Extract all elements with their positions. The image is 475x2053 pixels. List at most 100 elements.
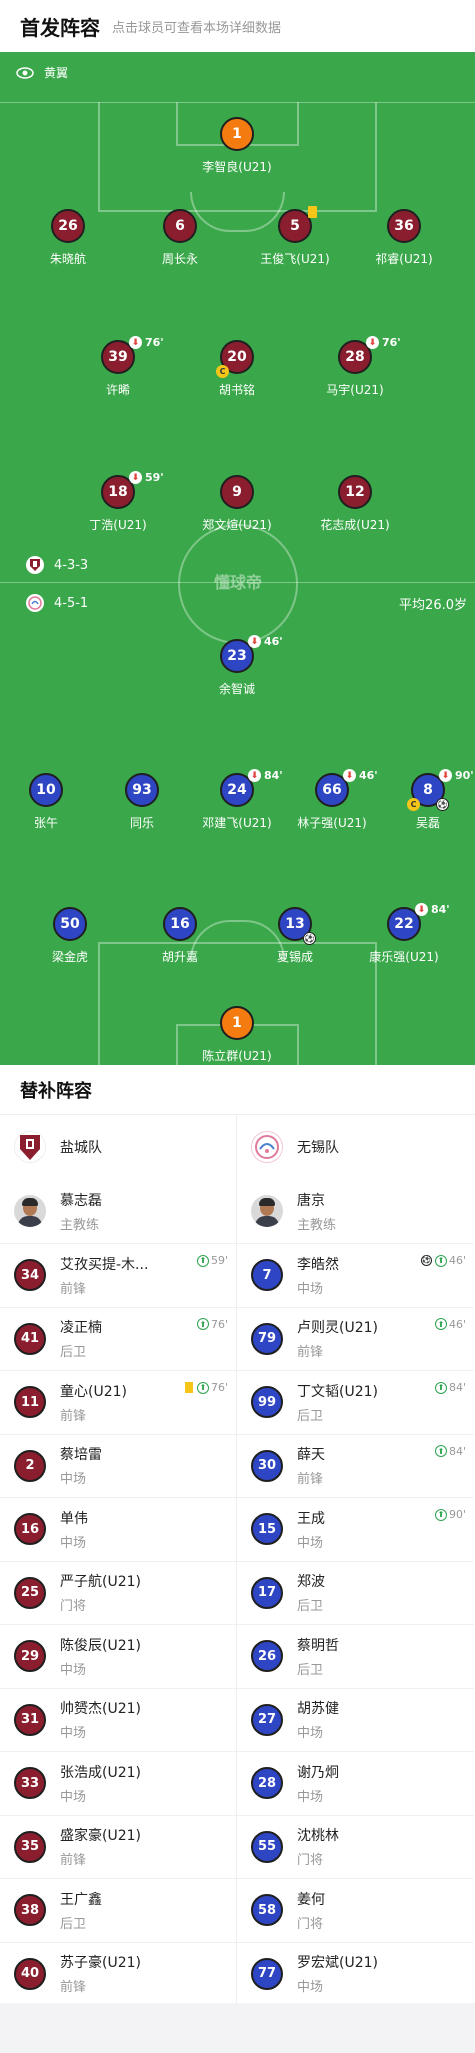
pitch-player[interactable]: 66 ⬇ 46' 林子强(U21) [277, 769, 387, 831]
pitch-player[interactable]: 39 ⬇ 76' 许晞 [63, 336, 173, 398]
sub-in-minute: 76' [210, 1381, 228, 1394]
pitch-player[interactable]: 9 郑文煊(U21) [182, 475, 292, 533]
pitch-player[interactable]: 1 陈立群(U21) [182, 1006, 292, 1064]
pitch-player[interactable]: 8 ⬇ 90' C ⚽ 吴磊 [373, 769, 475, 831]
sub-player-info: 蔡明哲 后卫 [297, 1635, 339, 1678]
player-name: 邓建飞(U21) [202, 816, 272, 830]
pitch-player[interactable]: 10 张午 [0, 773, 101, 831]
jersey-number: 30 [251, 1449, 283, 1482]
sub-player-row[interactable]: 15 王成 中场 ⬆ 90' [237, 1497, 474, 1561]
pitch-player[interactable]: 93 同乐 [87, 773, 197, 831]
pitch-player[interactable]: 50 梁金虎 [15, 907, 125, 965]
sub-player-row[interactable]: 17 郑波 后卫 [237, 1560, 474, 1625]
sub-in-minute: 46' [448, 1317, 466, 1331]
player-name: 夏锡成 [276, 950, 313, 964]
goal-ball-icon: ⚽ [420, 1255, 432, 1266]
player-name: 王俊飞(U21) [260, 252, 330, 266]
sub-player-row[interactable]: 26 蔡明哲 后卫 [237, 1624, 474, 1688]
pitch-player[interactable]: 5 王俊飞(U21) [240, 206, 350, 267]
sub-player-row[interactable]: 33 张浩成(U21) 中场 [0, 1751, 236, 1815]
sub-player-position: 后卫 [297, 1408, 324, 1424]
pitch-player[interactable]: 24 ⬇ 84' 邓建飞(U21) [182, 769, 292, 831]
sub-in-tag: ⬆ 76' [196, 1318, 228, 1331]
sub-player-position: 后卫 [297, 1662, 324, 1678]
sub-player-row[interactable]: 11 童心(U21) 前锋 ⬆ 76' [0, 1370, 236, 1434]
sub-player-row[interactable]: 16 单伟 中场 [0, 1497, 236, 1561]
jersey-number: 22 ⬇ 84' [387, 903, 450, 941]
sub-player-info: 蔡培雷 中场 [60, 1444, 102, 1487]
sub-arrow-icon: ⬇ [415, 903, 428, 916]
sub-player-row[interactable]: 7 李皓然 中场 ⚽ ⬆ 46' [237, 1243, 474, 1307]
sub-player-row[interactable]: 77 罗宏斌(U21) 中场 [237, 1941, 474, 2006]
jersey-number: 18 ⬇ 59' [101, 471, 164, 509]
away-team-row[interactable]: 无锡队 [237, 1115, 474, 1179]
sub-player-position: 后卫 [60, 1916, 87, 1932]
sub-player-info: 薛天 前锋 [297, 1444, 325, 1487]
sub-in-tag: ⚽ ⬆ 46' [420, 1254, 466, 1267]
pitch-player[interactable]: 36 祁睿(U21) [349, 209, 459, 267]
sub-player-position: 中场 [297, 1726, 324, 1742]
jersey-number: 50 [53, 907, 87, 941]
sub-player-row[interactable]: 38 王广鑫 后卫 [0, 1878, 236, 1942]
sub-player-info: 艾孜买提-木... 前锋 [60, 1254, 148, 1297]
pitch-player[interactable]: 22 ⬇ 84' 康乐强(U21) [349, 903, 459, 965]
sub-player-name: 李皓然 [297, 1256, 339, 1273]
sub-player-row[interactable]: 27 胡苏健 中场 [237, 1687, 474, 1752]
sub-player-position: 中场 [60, 1535, 87, 1551]
sub-player-position: 中场 [297, 1281, 324, 1297]
sub-arrow-icon: ⬇ [129, 336, 142, 349]
sub-player-row[interactable]: 2 蔡培雷 中场 [0, 1433, 236, 1498]
player-name: 梁金虎 [51, 950, 88, 964]
pitch-player[interactable]: 12 花志成(U21) [300, 475, 410, 533]
away-coach-row[interactable]: 唐京 主教练 [237, 1179, 474, 1243]
sub-player-row[interactable]: 31 帅赟杰(U21) 中场 [0, 1687, 236, 1752]
sub-player-info: 胡苏健 中场 [297, 1698, 339, 1741]
sub-player-row[interactable]: 30 薛天 前锋 ⬆ 84' [237, 1433, 474, 1498]
sub-player-name: 姜何 [297, 1891, 325, 1908]
sub-player-name: 苏子豪(U21) [60, 1955, 141, 1972]
home-coach-row[interactable]: 慕志磊 主教练 [0, 1179, 236, 1243]
sub-player-row[interactable]: 55 沈桃林 门将 [237, 1814, 474, 1879]
sub-in-arrow-icon: ⬆ [434, 1318, 447, 1330]
sub-player-name: 郑波 [297, 1574, 325, 1591]
sub-player-row[interactable]: 34 艾孜买提-木... 前锋 ⬆ 59' [0, 1243, 236, 1307]
jersey-number: 1 [220, 117, 254, 151]
sub-player-row[interactable]: 99 丁文韬(U21) 后卫 ⬆ 84' [237, 1370, 474, 1434]
away-subs-column: 无锡队 唐京 主教练 7 李皓然 中场 ⚽ ⬆ 46' 79 卢则灵(U21) 前锋 ⬆ 46' 99… [237, 1115, 474, 2005]
sub-in-arrow-icon: ⬆ [196, 1318, 209, 1330]
sub-player-position: 中场 [297, 1789, 324, 1805]
sub-minute: 84' [431, 903, 450, 916]
pitch-player[interactable]: 18 ⬇ 59' 丁浩(U21) [63, 471, 173, 533]
pitch-player[interactable]: 23 ⬇ 46' 余智诚 [182, 635, 292, 697]
sub-in-arrow-icon: ⬆ [196, 1254, 209, 1267]
pitch-player[interactable]: 16 胡升嘉 [125, 907, 235, 965]
pitch-player[interactable]: 28 ⬇ 76' 马宇(U21) [300, 336, 410, 398]
pitch-player[interactable]: 20 C 胡书铭 [182, 340, 292, 398]
home-team-row[interactable]: 盐城队 [0, 1115, 236, 1179]
sub-player-info: 王广鑫 后卫 [60, 1889, 102, 1932]
sub-player-row[interactable]: 28 谢乃炯 中场 [237, 1751, 474, 1815]
jersey-number: 2 [14, 1449, 46, 1482]
sub-in-arrow-icon: ⬆ [434, 1445, 447, 1457]
sub-player-row[interactable]: 58 姜何 门将 [237, 1878, 474, 1942]
sub-player-info: 沈桃林 门将 [297, 1825, 339, 1868]
sub-player-info: 帅赟杰(U21) 中场 [60, 1698, 141, 1741]
pitch-player[interactable]: 26 朱晓航 [13, 209, 123, 267]
sub-player-row[interactable]: 25 严子航(U21) 门将 [0, 1560, 236, 1625]
pitch-player[interactable]: 6 周长永 [125, 209, 235, 267]
sub-player-row[interactable]: 35 盛家豪(U21) 前锋 [0, 1814, 236, 1879]
sub-arrow-icon: ⬇ [343, 769, 356, 782]
captain-badge: C [407, 798, 420, 811]
sub-player-row[interactable]: 79 卢则灵(U21) 前锋 ⬆ 46' [237, 1306, 474, 1371]
player-name: 郑文煊(U21) [202, 518, 272, 532]
subs-title: 替补阵容 [0, 1065, 475, 1115]
sub-player-row[interactable]: 41 凌正楠 后卫 ⬆ 76' [0, 1306, 236, 1371]
player-name: 马宇(U21) [326, 383, 384, 397]
sub-player-row[interactable]: 40 苏子豪(U21) 前锋 [0, 1941, 236, 2006]
pitch-player[interactable]: 13 ⚽ 夏锡成 [240, 907, 350, 965]
sub-player-name: 胡苏健 [297, 1701, 339, 1718]
home-team-logo-icon [14, 1131, 46, 1163]
pitch-player[interactable]: 1 李智良(U21) [182, 117, 292, 175]
sub-player-row[interactable]: 29 陈俊辰(U21) 中场 [0, 1624, 236, 1688]
sub-player-position: 中场 [297, 1535, 324, 1551]
